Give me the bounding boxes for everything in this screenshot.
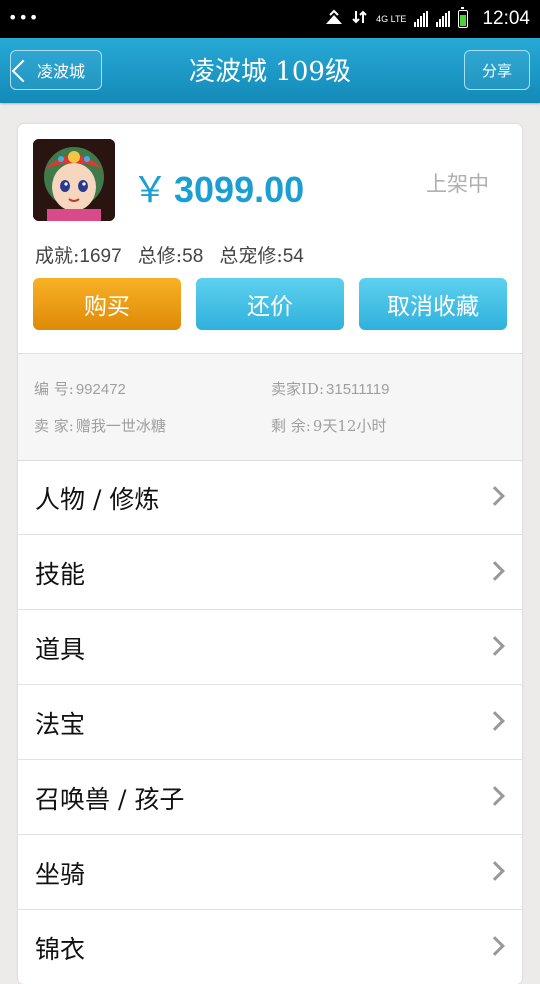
stat-achievement-label: 成就: <box>35 245 80 267</box>
menu-item-items[interactable]: 道具 <box>18 610 522 685</box>
menu-item-label: 道具 <box>35 635 86 664</box>
clock: 12:04 <box>482 8 530 29</box>
detail-menu: 人物 / 修炼 技能 道具 法宝 召唤兽 / 孩子 坐骑 锦衣 <box>18 460 522 984</box>
listing-status: 上架中 <box>426 172 489 196</box>
menu-item-label: 召唤兽 / 孩子 <box>35 785 185 814</box>
buy-button[interactable]: 购买 <box>33 278 181 330</box>
app-header: 凌波城 凌波城 109级 分享 <box>0 38 540 103</box>
character-portrait-icon <box>33 139 115 221</box>
network-type-label: 4G LTE <box>376 14 407 24</box>
listing-id-label: 编 号: <box>34 380 74 398</box>
menu-item-label: 人物 / 修炼 <box>35 485 160 514</box>
menu-item-character[interactable]: 人物 / 修炼 <box>18 460 522 535</box>
chevron-right-icon <box>485 786 505 806</box>
menu-item-label: 技能 <box>35 560 86 589</box>
seller-name: 卖 家: 赠我一世冰糖 <box>34 415 166 436</box>
status-bar: ••• 4G LTE 12:04 <box>0 0 540 38</box>
stat-cultivation-value: 58 <box>182 246 204 267</box>
stat-cultivation-label: 总修: <box>137 245 183 267</box>
menu-item-skills[interactable]: 技能 <box>18 535 522 610</box>
seller-name-value: 赠我一世冰糖 <box>75 417 166 435</box>
menu-item-label: 法宝 <box>35 710 86 739</box>
battery-icon <box>458 7 469 28</box>
menu-item-mounts[interactable]: 坐骑 <box>18 835 522 910</box>
stat-pet-cultivation-value: 54 <box>282 246 304 267</box>
stat-pet-cultivation-label: 总宠修: <box>219 245 283 267</box>
character-stats: 成就:1697 总修:58 总宠修:54 <box>35 241 314 268</box>
wifi-icon <box>324 9 344 29</box>
time-remaining-label: 剩 余: <box>271 417 311 435</box>
signal-icon <box>414 11 429 27</box>
listing-info: 编 号: 992472 卖家ID: 31511119 卖 家: 赠我一世冰糖 剩 余:… <box>18 353 522 461</box>
listing-card: ￥ 3099.00 上架中 成就:1697 总修:58 总宠修:54 购买 还价 … <box>18 124 522 984</box>
menu-item-costumes[interactable]: 锦衣 <box>18 910 522 984</box>
share-button-label: 分享 <box>481 61 512 80</box>
data-transfer-icon <box>352 9 368 29</box>
chevron-right-icon <box>485 561 505 581</box>
menu-item-pets[interactable]: 召唤兽 / 孩子 <box>18 760 522 835</box>
listing-id-value: 992472 <box>75 381 126 398</box>
chevron-right-icon <box>485 861 505 881</box>
share-button[interactable]: 分享 <box>464 50 530 90</box>
chevron-right-icon <box>485 486 505 506</box>
time-remaining-value: 9天12小时 <box>312 417 387 435</box>
menu-item-label: 坐骑 <box>35 860 86 889</box>
notification-dots: ••• <box>8 8 40 27</box>
seller-name-label: 卖 家: <box>34 417 74 435</box>
currency-symbol: ￥ <box>132 169 169 210</box>
listing-id: 编 号: 992472 <box>34 378 126 399</box>
seller-id: 卖家ID: 31511119 <box>271 378 389 399</box>
price-value: 3099.00 <box>174 169 305 210</box>
stat-achievement-value: 1697 <box>79 246 122 267</box>
price-display: ￥ 3099.00 <box>132 161 304 213</box>
time-remaining: 剩 余: 9天12小时 <box>271 415 386 436</box>
page-title: 凌波城 109级 <box>189 57 351 87</box>
bargain-button[interactable]: 还价 <box>196 278 344 330</box>
menu-item-treasures[interactable]: 法宝 <box>18 685 522 760</box>
seller-id-label: 卖家ID: <box>271 380 325 398</box>
chevron-right-icon <box>485 936 505 956</box>
chevron-right-icon <box>485 711 505 731</box>
unfavorite-button[interactable]: 取消收藏 <box>359 278 507 330</box>
signal-icon-2 <box>436 11 451 27</box>
menu-item-label: 锦衣 <box>35 935 86 964</box>
seller-id-value: 31511119 <box>326 381 390 398</box>
chevron-right-icon <box>485 636 505 656</box>
